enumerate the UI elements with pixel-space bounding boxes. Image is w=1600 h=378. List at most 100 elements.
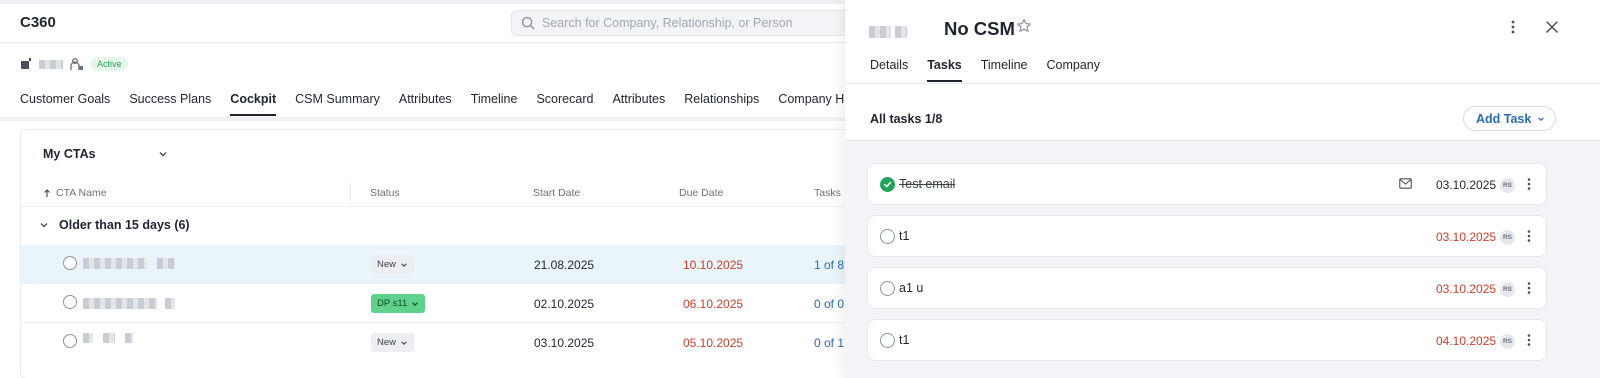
close-icon[interactable]: [1544, 19, 1560, 35]
tab-cockpit[interactable]: Cockpit: [230, 92, 277, 116]
start-date: 02.10.2025: [534, 297, 595, 311]
task-item[interactable]: t1 04.10.2025 RS: [867, 319, 1547, 361]
start-date: 03.10.2025: [534, 336, 595, 350]
search-input[interactable]: [542, 16, 862, 30]
task-due-date: 03.10.2025: [1436, 178, 1497, 192]
assignee-avatar: RS: [1500, 282, 1515, 297]
tab-company[interactable]: Company: [1047, 58, 1101, 82]
company-hierarchy-icon[interactable]: [70, 57, 84, 71]
status-label: DP s11: [377, 298, 408, 309]
task-name: t1: [899, 333, 910, 347]
task-complete-checkbox[interactable]: [880, 281, 895, 296]
panel-title: No CSM: [944, 18, 1015, 39]
task-more-icon[interactable]: [1523, 281, 1535, 295]
task-name: Test email: [899, 177, 956, 191]
group-label: Older than 15 days (6): [59, 218, 190, 232]
task-due-date: 04.10.2025: [1436, 334, 1497, 348]
tab-success-plans[interactable]: Success Plans: [129, 92, 211, 116]
cta-radio[interactable]: [63, 295, 77, 309]
due-date: 05.10.2025: [683, 336, 744, 350]
tab-relationships[interactable]: Relationships: [684, 92, 759, 116]
tab-attributes[interactable]: Attributes: [399, 92, 452, 116]
task-name: t1: [899, 229, 910, 243]
cta-filter-dropdown[interactable]: My CTAs: [43, 147, 168, 161]
due-date: 06.10.2025: [683, 297, 744, 311]
more-vertical-icon[interactable]: [1506, 19, 1520, 35]
star-icon[interactable]: [1016, 18, 1032, 34]
tasks-count-link[interactable]: 0 of 0: [814, 297, 844, 311]
task-item[interactable]: Test email 03.10.2025 RS: [867, 163, 1547, 205]
column-divider[interactable]: [350, 182, 351, 204]
panel-header-divider: [845, 140, 1600, 141]
all-tasks-count: All tasks 1/8: [870, 112, 943, 126]
table-row[interactable]: New 03.10.2025 05.10.2025 0 of 1: [21, 323, 862, 361]
assignee-avatar: RS: [1500, 334, 1515, 349]
cta-detail-panel: No CSM Details Tasks Timeline Company Al…: [845, 0, 1600, 378]
company-name-redacted: [39, 59, 63, 69]
column-header-status[interactable]: Status: [370, 187, 400, 199]
tab-tasks[interactable]: Tasks: [927, 58, 962, 82]
task-more-icon[interactable]: [1523, 229, 1535, 243]
c360-app: C360 Active Customer Goals Success Plans…: [0, 0, 862, 378]
column-header-start-date[interactable]: Start Date: [533, 187, 580, 199]
start-date: 21.08.2025: [534, 258, 595, 272]
cta-radio[interactable]: [63, 256, 77, 270]
task-more-icon[interactable]: [1523, 177, 1535, 191]
chevron-down-icon: [40, 223, 48, 228]
status-label: New: [377, 259, 397, 270]
tab-timeline[interactable]: Timeline: [981, 58, 1028, 82]
nav-divider: [0, 117, 862, 121]
main-nav: Customer Goals Success Plans Cockpit CSM…: [20, 92, 862, 116]
task-more-icon[interactable]: [1523, 333, 1535, 347]
top-border: [0, 0, 862, 4]
header-underline: [21, 206, 862, 207]
company-info: Active: [20, 57, 128, 71]
cta-name-redacted: [83, 333, 133, 343]
status-dropdown[interactable]: New: [371, 333, 415, 352]
due-date: 10.10.2025: [683, 258, 744, 272]
table-row[interactable]: DP s11 02.10.2025 06.10.2025 0 of 0: [21, 284, 862, 322]
tab-csm-summary[interactable]: CSM Summary: [295, 92, 380, 116]
add-task-button[interactable]: Add Task: [1463, 106, 1557, 131]
company-building-icon: [21, 58, 31, 69]
task-item[interactable]: a1 u 03.10.2025 RS: [867, 267, 1547, 309]
tab-details[interactable]: Details: [870, 58, 908, 82]
add-task-label: Add Task: [1476, 111, 1532, 126]
tab-timeline[interactable]: Timeline: [471, 92, 518, 116]
table-row[interactable]: New 21.08.2025 10.10.2025 1 of 8: [21, 245, 862, 283]
chevron-down-icon: [159, 152, 167, 157]
group-toggle-older[interactable]: Older than 15 days (6): [39, 218, 190, 232]
task-name: a1 u: [899, 281, 924, 295]
panel-tabs-divider: [845, 83, 1600, 84]
task-complete-checkbox[interactable]: [880, 177, 895, 192]
column-header-tasks[interactable]: Tasks: [814, 187, 841, 199]
status-dropdown[interactable]: New: [371, 255, 415, 274]
cta-card: My CTAs CTA Name Status Start Date Due D…: [20, 129, 862, 378]
company-logo-redacted: [869, 26, 907, 38]
cta-name-redacted: [83, 298, 175, 309]
panel-header: No CSM Details Tasks Timeline Company Al…: [845, 0, 1600, 141]
task-item[interactable]: t1 03.10.2025 RS: [867, 215, 1547, 257]
global-search[interactable]: [511, 10, 862, 36]
chevron-down-icon: [401, 262, 407, 267]
chevron-down-icon: [412, 301, 419, 306]
tab-scorecard[interactable]: Scorecard: [536, 92, 593, 116]
status-label: New: [377, 337, 397, 348]
assignee-avatar: RS: [1500, 178, 1515, 193]
app-title: C360: [20, 14, 56, 31]
panel-tabs: Details Tasks Timeline Company: [870, 58, 1119, 82]
tab-customer-goals[interactable]: Customer Goals: [20, 92, 110, 116]
tasks-count-link[interactable]: 0 of 1: [814, 336, 844, 350]
cta-name-redacted: [83, 258, 175, 269]
column-header-due-date[interactable]: Due Date: [679, 187, 723, 199]
tab-attributes-2[interactable]: Attributes: [612, 92, 665, 116]
mail-icon: [1399, 178, 1412, 189]
task-complete-checkbox[interactable]: [880, 229, 895, 244]
cta-radio[interactable]: [63, 334, 77, 348]
column-header-cta-name[interactable]: CTA Name: [43, 187, 107, 199]
status-badge: Active: [91, 57, 128, 71]
status-dropdown[interactable]: DP s11: [371, 294, 426, 313]
header-divider: [0, 42, 862, 43]
tasks-count-link[interactable]: 1 of 8: [814, 258, 844, 272]
task-complete-checkbox[interactable]: [880, 333, 895, 348]
